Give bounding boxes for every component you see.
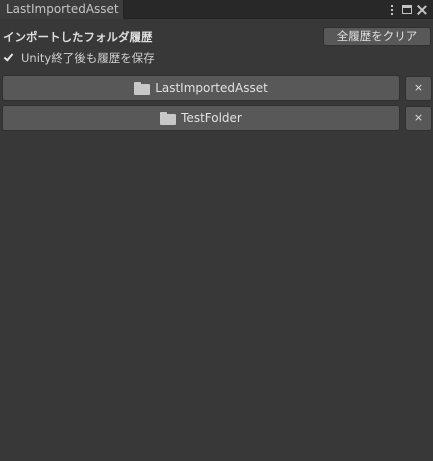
- more-options-icon[interactable]: [385, 2, 399, 18]
- remove-history-item-button[interactable]: ×: [405, 106, 432, 131]
- history-item-button[interactable]: TestFolder: [2, 105, 400, 131]
- tab-title: LastImportedAsset: [6, 2, 119, 16]
- clear-history-button[interactable]: 全履歴をクリア: [323, 27, 431, 46]
- folder-icon: [134, 82, 151, 95]
- checkmark-icon: [3, 51, 14, 62]
- remove-history-item-button[interactable]: ×: [405, 76, 432, 101]
- section-title: インポートしたフォルダ履歴: [3, 30, 153, 44]
- tab-last-imported-asset[interactable]: LastImportedAsset: [0, 0, 124, 19]
- history-item-button[interactable]: LastImportedAsset: [2, 75, 400, 101]
- history-item-label: LastImportedAsset: [155, 81, 268, 95]
- history-item-label: TestFolder: [181, 111, 242, 125]
- editor-window: LastImportedAsset インポートしたフォルダ履歴 全履歴をクリア …: [0, 0, 433, 461]
- maximize-icon[interactable]: [400, 2, 414, 18]
- window-controls: [384, 0, 429, 19]
- tab-bar: LastImportedAsset: [0, 0, 433, 19]
- keep-history-toggle[interactable]: Unity終了後も履歴を保存: [2, 49, 155, 67]
- close-icon[interactable]: [415, 2, 429, 18]
- keep-history-checkbox[interactable]: [2, 51, 16, 65]
- history-row: TestFolder ×: [2, 105, 432, 131]
- keep-history-label: Unity終了後も履歴を保存: [21, 51, 155, 65]
- folder-icon: [160, 112, 177, 125]
- history-row: LastImportedAsset ×: [2, 75, 432, 101]
